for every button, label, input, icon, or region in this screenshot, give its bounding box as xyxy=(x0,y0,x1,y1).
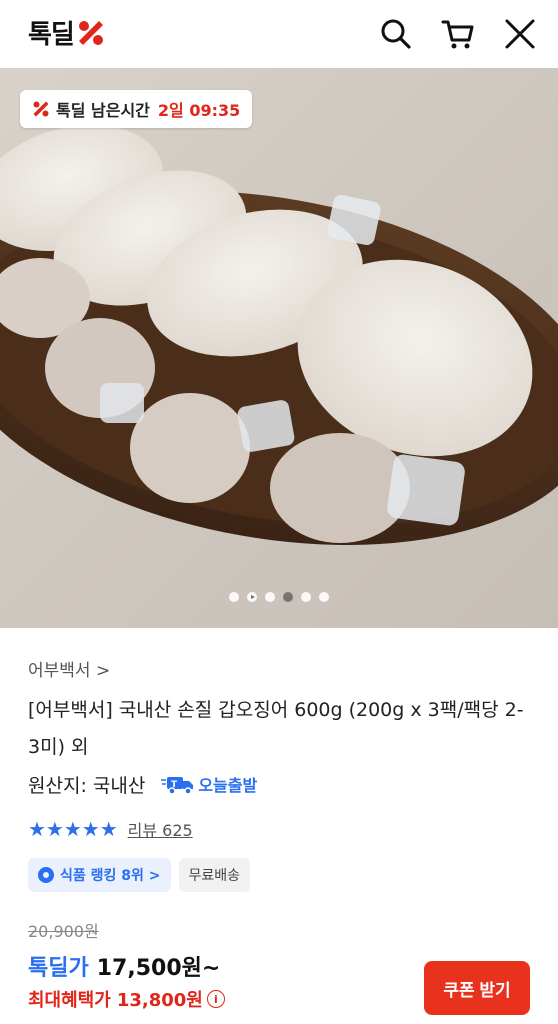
today-shipping-badge: T 오늘출발 xyxy=(161,772,257,796)
free-shipping-tag: 무료배송 xyxy=(178,858,251,892)
top-header: 톡딜 xyxy=(0,0,558,68)
carousel-dot[interactable] xyxy=(301,592,311,602)
percent-icon xyxy=(33,101,49,117)
carousel-dot[interactable] xyxy=(319,592,329,602)
close-icon[interactable] xyxy=(502,16,538,52)
review-link[interactable]: 리뷰 625 xyxy=(128,817,193,841)
deal-price-label: 톡딜가 xyxy=(28,956,89,981)
info-icon[interactable]: i xyxy=(206,990,225,1008)
talkdeal-logo[interactable]: 톡딜 xyxy=(28,14,106,51)
percent-logo-icon xyxy=(78,20,103,45)
delivery-truck-icon: T xyxy=(161,777,194,795)
brand-link[interactable]: 어부백서 > xyxy=(28,656,110,681)
timer-label: 톡딜 남은시간 xyxy=(56,101,150,120)
carousel-indicator xyxy=(0,592,558,602)
product-tags: 식품 랭킹 8위 > 무료배송 xyxy=(28,858,251,892)
product-image-carousel[interactable]: 톡딜 남은시간 2일 09:35 xyxy=(0,68,558,628)
video-play-dot-icon[interactable] xyxy=(247,592,257,602)
ranking-tag-label: 식품 랭킹 8위 > xyxy=(60,868,161,884)
star-rating-icon: ★★★★★ xyxy=(28,817,118,841)
max-benefit-label: 최대혜택가 xyxy=(28,990,111,1011)
today-shipping-label: 오늘출발 xyxy=(198,776,258,795)
ranking-badge-icon xyxy=(38,867,54,883)
ranking-tag[interactable]: 식품 랭킹 8위 > xyxy=(28,858,171,892)
search-icon[interactable] xyxy=(378,16,414,52)
deal-timer-badge: 톡딜 남은시간 2일 09:35 xyxy=(20,90,253,128)
rating-row: ★★★★★ 리뷰 625 xyxy=(28,814,193,844)
cart-icon[interactable] xyxy=(440,16,476,52)
origin-text: 원산지: 국내산 xyxy=(28,774,146,797)
product-title: [어부백서] 국내산 손질 갑오징어 600g (200g x 3팩/팩당 2-… xyxy=(28,699,524,758)
max-benefit-price: 13,800원 xyxy=(116,990,203,1011)
deal-price-row: 톡딜가 17,500원~ xyxy=(28,950,220,982)
max-benefit-row: 최대혜택가 13,800원 i xyxy=(28,986,225,1012)
original-price: 20,900원 xyxy=(28,922,99,941)
origin-row: 원산지: 국내산 T 오늘출발 xyxy=(28,766,257,802)
carousel-dot[interactable] xyxy=(229,592,239,602)
logo-text: 톡딜 xyxy=(28,20,75,50)
carousel-dot-active[interactable] xyxy=(283,592,293,602)
timer-value: 2일 09:35 xyxy=(157,101,241,120)
carousel-dot[interactable] xyxy=(265,592,275,602)
deal-price: 17,500원~ xyxy=(96,956,221,981)
squid-platter-image xyxy=(0,125,558,545)
svg-text:T: T xyxy=(171,780,178,790)
get-coupon-button[interactable]: 쿠폰 받기 xyxy=(424,961,530,1015)
